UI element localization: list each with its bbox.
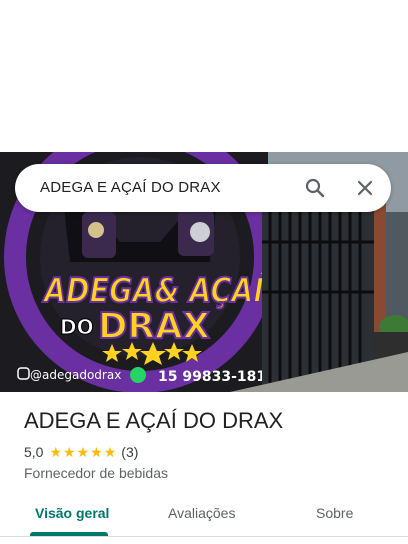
star-icon: ★ — [49, 444, 63, 460]
review-count[interactable]: (3) — [121, 444, 138, 460]
top-blank-area — [0, 0, 408, 152]
tab-about[interactable]: Sobre — [316, 505, 353, 521]
sign-do: DO — [60, 315, 94, 339]
place-category[interactable]: Fornecedor de bebidas — [24, 465, 168, 481]
search-icon[interactable] — [303, 176, 327, 200]
sign-line1: ADEGA& AÇAÍ — [41, 270, 266, 311]
star-icon: ★ — [90, 444, 103, 460]
sign-drax: DRAX — [98, 306, 210, 347]
sign-instagram: @adegadodrax — [30, 368, 121, 382]
rating-row[interactable]: 5,0 ★ ★ ★ ★ ★ (3) — [24, 444, 138, 460]
close-icon[interactable] — [353, 176, 377, 200]
star-icon: ★ — [103, 444, 117, 460]
star-icon: ★ — [63, 444, 76, 460]
search-query[interactable]: ADEGA E AÇAÍ DO DRAX — [40, 179, 221, 196]
star-icon: ★ — [76, 444, 90, 460]
rating-stars: ★ ★ ★ ★ ★ — [49, 445, 117, 459]
search-bar[interactable]: ADEGA E AÇAÍ DO DRAX — [15, 164, 391, 212]
sign-phone: 15 99833-1819 — [158, 369, 276, 385]
tab-overview[interactable]: Visão geral — [35, 505, 109, 521]
rating-score: 5,0 — [24, 444, 44, 460]
tab-reviews[interactable]: Avaliações — [168, 505, 235, 521]
tabs-divider — [0, 536, 408, 537]
place-name: ADEGA E AÇAÍ DO DRAX — [24, 408, 284, 433]
